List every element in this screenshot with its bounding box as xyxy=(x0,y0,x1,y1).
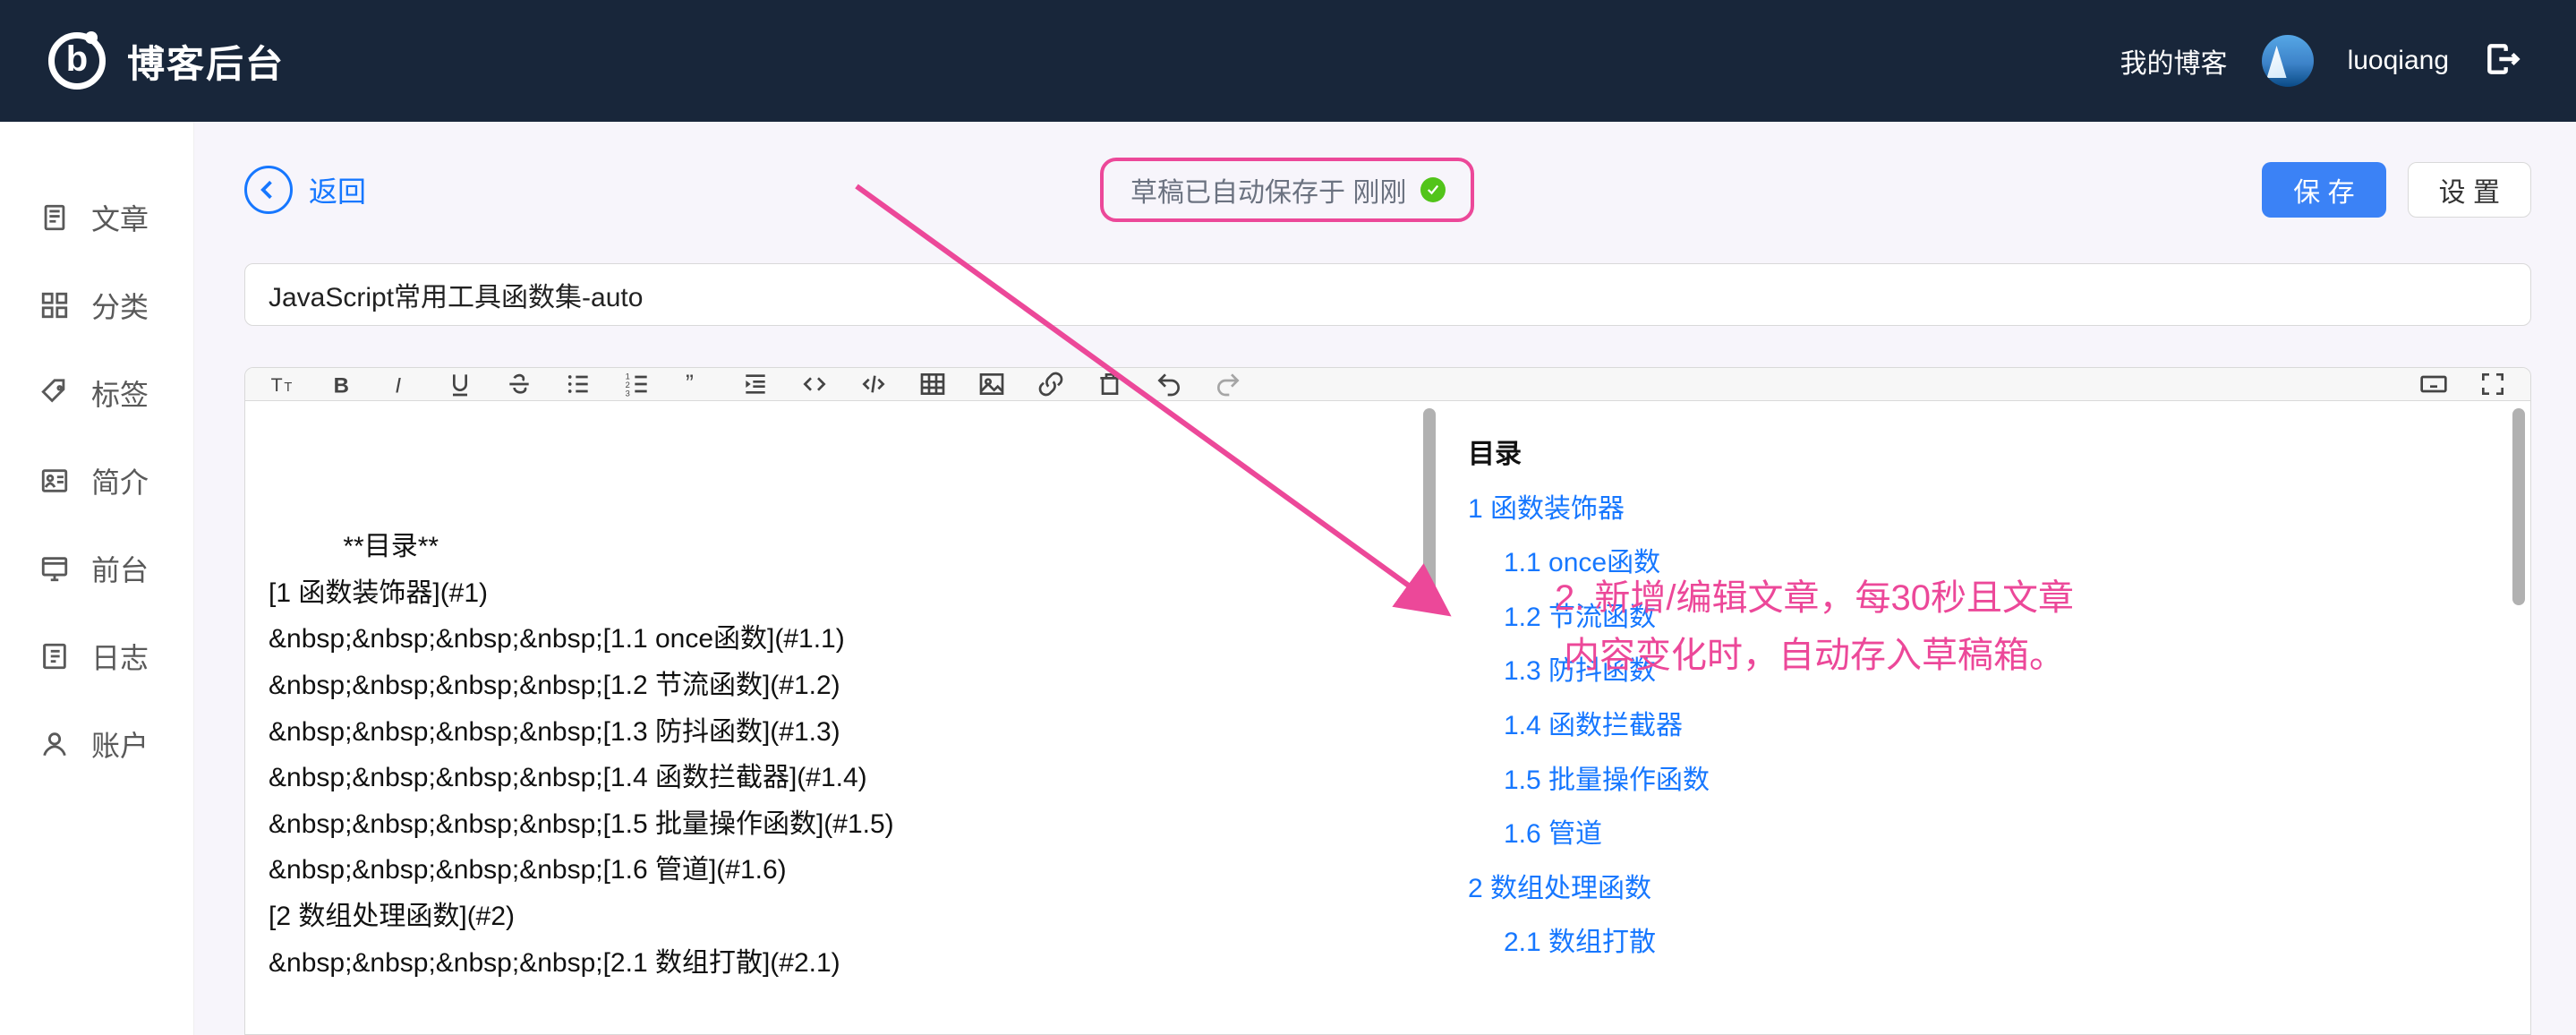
editor-source-pane[interactable]: **目录** [1 函数装饰器](#1) &nbsp;&nbsp;&nbsp;&… xyxy=(245,401,1441,1035)
undo-icon[interactable] xyxy=(1153,368,1185,400)
inline-code-icon[interactable] xyxy=(798,368,831,400)
bold-icon[interactable]: B xyxy=(326,368,358,400)
table-icon[interactable] xyxy=(917,368,949,400)
brand-title: 博客后台 xyxy=(127,34,285,89)
annotation-text: 2. 新增/编辑文章，每30秒且文章 内容变化时，自动存入草稿箱。 xyxy=(1456,569,2172,684)
article-title-input[interactable] xyxy=(244,263,2531,326)
sidebar-item-label: 标签 xyxy=(91,372,149,414)
sidebar: 文章 分类 标签 简介 前台 日志 账户 xyxy=(0,122,194,1035)
editor-toolbar: TT B I 123 ” xyxy=(245,368,2530,401)
sidebar-item-label: 分类 xyxy=(91,285,149,326)
toc-link[interactable]: 1.4 函数拦截器 xyxy=(1504,699,2507,754)
brand: b 博客后台 xyxy=(48,32,285,90)
username-label[interactable]: luoqiang xyxy=(2348,46,2449,76)
toc-link[interactable]: 2.1 数组打散 xyxy=(1504,916,2507,971)
sidebar-item-category[interactable]: 分类 xyxy=(0,261,193,349)
save-button[interactable]: 保 存 xyxy=(2262,162,2385,218)
top-bar: b 博客后台 我的博客 luoqiang xyxy=(0,0,2576,122)
edit-bar: 返回 草稿已自动保存于 刚刚 保 存 设 置 xyxy=(244,158,2531,222)
sidebar-item-profile[interactable]: 简介 xyxy=(0,437,193,525)
image-icon[interactable] xyxy=(976,368,1008,400)
quote-icon[interactable]: ” xyxy=(680,368,712,400)
link-icon[interactable] xyxy=(1035,368,1067,400)
redo-icon[interactable] xyxy=(1212,368,1244,400)
sidebar-item-label: 前台 xyxy=(91,548,149,589)
unordered-list-icon[interactable] xyxy=(562,368,594,400)
sidebar-item-account[interactable]: 账户 xyxy=(0,700,193,788)
back-label: 返回 xyxy=(309,169,366,210)
settings-button[interactable]: 设 置 xyxy=(2408,162,2531,218)
scrollbar[interactable] xyxy=(2512,408,2525,605)
indent-icon[interactable] xyxy=(739,368,772,400)
check-circle-icon xyxy=(1420,177,1446,202)
keyboard-icon[interactable] xyxy=(2418,368,2450,400)
fullscreen-icon[interactable] xyxy=(2477,368,2509,400)
editor: TT B I 123 ” xyxy=(244,367,2531,1035)
svg-text:3: 3 xyxy=(626,389,630,398)
draft-status-text: 草稿已自动保存于 刚刚 xyxy=(1130,170,1406,210)
logout-icon[interactable] xyxy=(2483,39,2522,83)
underline-icon[interactable] xyxy=(444,368,476,400)
svg-text:I: I xyxy=(395,373,401,398)
sidebar-item-label: 日志 xyxy=(91,636,149,677)
svg-text:B: B xyxy=(334,373,349,398)
sidebar-item-article[interactable]: 文章 xyxy=(0,174,193,261)
sidebar-item-log[interactable]: 日志 xyxy=(0,612,193,700)
sidebar-item-front[interactable]: 前台 xyxy=(0,525,193,612)
sidebar-item-label: 账户 xyxy=(91,723,149,765)
avatar[interactable] xyxy=(2262,35,2314,87)
draft-status-pill: 草稿已自动保存于 刚刚 xyxy=(1100,158,1474,222)
main-content: 返回 草稿已自动保存于 刚刚 保 存 设 置 TT B I xyxy=(194,122,2576,1035)
arrow-left-icon xyxy=(244,166,293,214)
italic-icon[interactable]: I xyxy=(385,368,417,400)
brand-logo-icon: b xyxy=(48,32,106,90)
toc-heading: 目录 xyxy=(1468,428,2507,483)
sidebar-item-label: 简介 xyxy=(91,460,149,501)
source-text: **目录** [1 函数装饰器](#1) &nbsp;&nbsp;&nbsp;&… xyxy=(269,532,894,1035)
delete-icon[interactable] xyxy=(1094,368,1126,400)
toc-link[interactable]: 1.6 管道 xyxy=(1504,808,2507,862)
sidebar-item-label: 文章 xyxy=(91,197,149,238)
scrollbar[interactable] xyxy=(1423,408,1436,605)
svg-text:T: T xyxy=(284,381,292,395)
toc-link[interactable]: 1 函数装饰器 xyxy=(1468,483,2507,537)
code-block-icon[interactable] xyxy=(857,368,890,400)
back-button[interactable]: 返回 xyxy=(244,166,366,214)
sidebar-item-tag[interactable]: 标签 xyxy=(0,349,193,437)
svg-text:T: T xyxy=(271,374,283,396)
strikethrough-icon[interactable] xyxy=(503,368,535,400)
my-blog-link[interactable]: 我的博客 xyxy=(2120,41,2228,81)
svg-text:”: ” xyxy=(686,370,694,397)
toc-link[interactable]: 2 数组处理函数 xyxy=(1468,862,2507,917)
ordered-list-icon[interactable]: 123 xyxy=(621,368,653,400)
heading-icon[interactable]: TT xyxy=(267,368,299,400)
toc-link[interactable]: 1.5 批量操作函数 xyxy=(1504,754,2507,808)
editor-preview-pane: 目录 1 函数装饰器 1.1 once函数 1.2 节流函数 1.3 防抖函数 … xyxy=(1441,401,2530,1035)
